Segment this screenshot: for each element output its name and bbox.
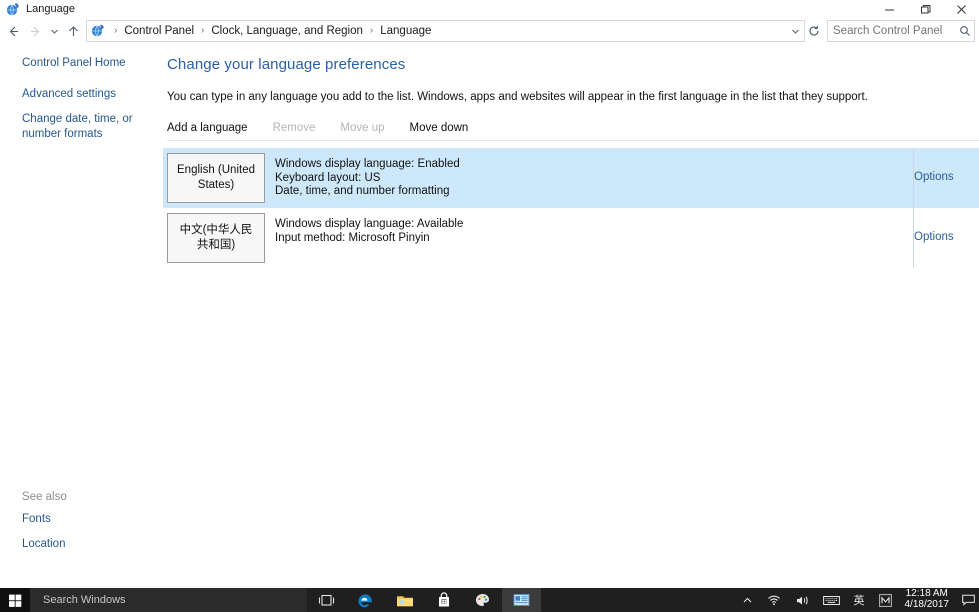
language-list: English (United States) Windows display … [163, 148, 979, 268]
forward-button [24, 20, 46, 42]
language-options-cell: Options [913, 148, 979, 208]
breadcrumb-globe-icon[interactable] [90, 23, 106, 39]
ime-mode-icon[interactable] [872, 588, 899, 612]
show-hidden-icons-chevron[interactable] [735, 588, 760, 612]
add-a-language-button[interactable]: Add a language [167, 120, 257, 136]
see-also-section: See also Fonts Location [0, 491, 163, 552]
options-link[interactable]: Options [914, 171, 954, 183]
wifi-icon[interactable] [760, 588, 788, 612]
move-down-button[interactable]: Move down [410, 120, 478, 136]
breadcrumb-item-clock-language-region[interactable]: Clock, Language, and Region [209, 25, 365, 37]
sidebar-item-fonts[interactable]: Fonts [0, 512, 163, 527]
address-bar: › Control Panel › Clock, Language, and R… [0, 19, 979, 43]
breadcrumb-item-control-panel[interactable]: Control Panel [122, 25, 196, 37]
language-options-cell: Options [913, 208, 979, 268]
remove-button: Remove [273, 120, 325, 136]
language-list-item-english[interactable]: English (United States) Windows display … [163, 148, 979, 208]
breadcrumb-separator-2: › [365, 26, 378, 36]
edge-browser-icon[interactable] [346, 588, 385, 612]
breadcrumb-separator-0: › [109, 26, 122, 36]
volume-icon[interactable] [788, 588, 816, 612]
taskbar-search-placeholder: Search Windows [30, 594, 126, 606]
language-name-box: English (United States) [167, 153, 265, 203]
clock[interactable]: 12:18 AM 4/18/2017 [899, 588, 958, 612]
window-controls [871, 0, 979, 19]
up-button[interactable] [62, 20, 84, 42]
sidebar-item-advanced-settings[interactable]: Advanced settings [0, 87, 163, 102]
search-box[interactable] [827, 20, 975, 42]
chevron-down-icon[interactable] [786, 21, 804, 41]
task-view-icon[interactable] [307, 588, 346, 612]
detail-display-language: Windows display language: Enabled [275, 158, 913, 172]
language-name-box: 中文(中华人民共和国) [167, 213, 265, 263]
refresh-button[interactable] [805, 21, 823, 41]
breadcrumb[interactable]: › Control Panel › Clock, Language, and R… [86, 20, 805, 42]
system-tray: 英 12:18 AM 4/18/2017 [735, 588, 979, 612]
breadcrumb-item-language[interactable]: Language [378, 25, 433, 37]
touch-keyboard-icon[interactable] [816, 588, 847, 612]
breadcrumb-separator-1: › [196, 26, 209, 36]
clock-date: 4/18/2017 [905, 599, 950, 610]
sidebar: Control Panel Home Advanced settings Cha… [0, 43, 163, 588]
window-title: Language [26, 0, 75, 19]
restore-button[interactable] [907, 0, 943, 19]
start-button[interactable] [0, 588, 30, 612]
search-input[interactable] [828, 25, 956, 37]
action-center-icon[interactable] [957, 594, 979, 606]
window-body: Control Panel Home Advanced settings Cha… [0, 43, 979, 588]
detail-keyboard-layout: Keyboard layout: US [275, 172, 913, 186]
detail-input-method: Input method: Microsoft Pinyin [275, 232, 913, 246]
page-description: You can type in any language you add to … [163, 73, 979, 103]
recent-locations-button[interactable] [46, 20, 62, 42]
move-up-button: Move up [340, 120, 393, 136]
language-details: Windows display language: Enabled Keyboa… [265, 148, 913, 208]
minimize-button[interactable] [871, 0, 907, 19]
taskbar: Search Windows [0, 588, 979, 612]
ime-language-indicator[interactable]: 英 [847, 588, 872, 612]
paint-icon[interactable] [463, 588, 502, 612]
options-link[interactable]: Options [914, 231, 954, 243]
control-panel-window: Language [0, 0, 979, 588]
close-button[interactable] [943, 0, 979, 19]
back-button[interactable] [2, 20, 24, 42]
detail-date-time-formatting: Date, time, and number formatting [275, 185, 913, 199]
taskbar-search-box[interactable]: Search Windows [30, 588, 307, 612]
page-title: Change your language preferences [163, 43, 979, 73]
clock-time: 12:18 AM [906, 588, 948, 599]
title-bar: Language [0, 0, 979, 19]
command-toolbar: Add a language Remove Move up Move down [167, 118, 979, 141]
sidebar-item-change-date-time-formats[interactable]: Change date, time, or number formats [0, 112, 163, 142]
control-panel-icon[interactable] [502, 588, 541, 612]
language-list-item-chinese[interactable]: 中文(中华人民共和国) Windows display language: Av… [163, 208, 979, 268]
sidebar-item-location[interactable]: Location [0, 537, 163, 552]
file-explorer-icon[interactable] [385, 588, 424, 612]
search-icon[interactable] [956, 25, 974, 37]
microsoft-store-icon[interactable] [424, 588, 463, 612]
see-also-title: See also [0, 491, 163, 503]
detail-display-language: Windows display language: Available [275, 218, 913, 232]
taskbar-icons [307, 588, 541, 612]
content-pane: Change your language preferences You can… [163, 43, 979, 588]
language-details: Windows display language: Available Inpu… [265, 208, 913, 268]
language-globe-icon [5, 2, 21, 18]
sidebar-item-control-panel-home[interactable]: Control Panel Home [0, 56, 163, 71]
